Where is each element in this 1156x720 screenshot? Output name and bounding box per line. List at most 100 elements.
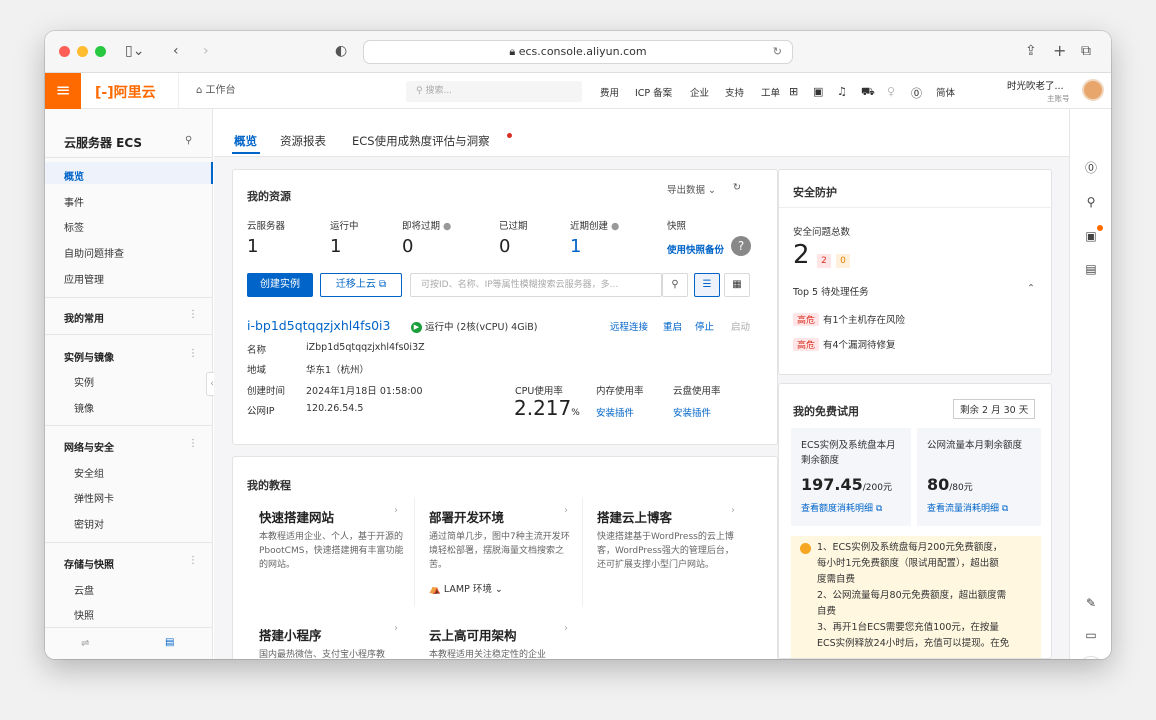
lamp-env-dropdown[interactable]: ⛺ LAMP 环境 ⌄ [429, 581, 503, 595]
more-icon[interactable]: ⋮ [188, 348, 198, 359]
edit-icon[interactable]: ✎ [1081, 596, 1101, 610]
nav-icp[interactable]: ICP 备案 [635, 85, 672, 99]
restart-button[interactable]: 重启 [663, 319, 682, 333]
sidebar-item-images[interactable]: 镜像 [74, 400, 94, 415]
sidebar-group-instances-images[interactable]: 实例与镜像 [64, 349, 114, 364]
global-search-input[interactable]: ⚲ 搜索... [406, 81, 582, 102]
instance-search-input[interactable]: 可按ID、名称、IP等属性模糊搜索云服务器，多... [410, 273, 662, 297]
sidebar-item-app-management[interactable]: 应用管理 [64, 271, 104, 286]
tutorial-title[interactable]: 部署开发环境 [429, 507, 504, 526]
info-icon[interactable]: ● [443, 221, 451, 232]
snapshot-backup-link[interactable]: 使用快照备份 [667, 242, 724, 256]
security-total[interactable]: 2 [793, 240, 810, 270]
remote-connect-button[interactable]: 远程连接 [610, 319, 648, 333]
sidebar-item-snapshots[interactable]: 快照 [74, 607, 94, 622]
tutorial-title[interactable]: 搭建小程序 [259, 625, 322, 644]
close-window-button[interactable] [59, 46, 70, 57]
sidebar-group-storage-snapshots[interactable]: 存储与快照 [64, 556, 114, 571]
security-badge-medium[interactable]: 0 [836, 254, 850, 268]
sidebar-item-events[interactable]: 事件 [64, 194, 84, 209]
stat-value-servers[interactable]: 1 [247, 236, 258, 257]
aliyun-logo[interactable]: [-]阿里云 [95, 82, 156, 102]
chevron-right-icon[interactable]: › [564, 623, 568, 634]
stat-value-expiring[interactable]: 0 [402, 236, 413, 257]
document-icon[interactable]: ▤ [1081, 262, 1101, 276]
sidebar-item-overview[interactable]: 概览 [64, 168, 84, 183]
tab-resource-report[interactable]: 资源报表 [280, 133, 326, 149]
chevron-right-icon[interactable]: › [564, 505, 568, 516]
instance-id-link[interactable]: i-bp1d5qtqqzjxhl4fs0i3 [247, 318, 390, 333]
sidebar-item-eni[interactable]: 弹性网卡 [74, 490, 114, 505]
install-plugin-mem-link[interactable]: 安装插件 [596, 405, 634, 419]
sidebar-search-icon[interactable]: ⚲ [185, 135, 192, 146]
install-plugin-disk-link[interactable]: 安装插件 [673, 405, 711, 419]
nav-billing[interactable]: 费用 [600, 85, 619, 99]
tabs-overview-icon[interactable]: ⧉ [1081, 42, 1091, 60]
info-icon[interactable]: ● [611, 221, 619, 232]
minimize-window-button[interactable] [77, 46, 88, 57]
more-icon[interactable]: ⋮ [188, 438, 198, 449]
net-usage-detail-link[interactable]: 查看流量消耗明细 ⧉ [927, 501, 1008, 514]
nav-enterprise[interactable]: 企业 [690, 85, 709, 99]
feedback-icon[interactable]: ▤ [165, 637, 174, 648]
reload-icon[interactable]: ↻ [773, 41, 782, 63]
expand-panel-icon[interactable]: › [1079, 656, 1103, 659]
stop-button[interactable]: 停止 [695, 319, 714, 333]
chevron-right-icon[interactable]: › [394, 623, 398, 634]
privacy-shield-icon[interactable]: ◐ [335, 42, 347, 60]
stat-value-expired[interactable]: 0 [499, 236, 510, 257]
chevron-right-icon[interactable]: › [394, 505, 398, 516]
help-icon[interactable]: ⓪ [1081, 159, 1101, 176]
new-tab-icon[interactable]: + [1053, 42, 1066, 60]
security-task[interactable]: 高危 有4个漏洞待修复 [793, 337, 896, 351]
back-icon[interactable]: ‹ [173, 42, 179, 60]
export-data-dropdown[interactable]: 导出数据 ⌄ [667, 182, 716, 196]
user-name[interactable]: 时光吹老了... [1007, 78, 1064, 92]
avatar[interactable] [1082, 79, 1104, 101]
nav-ticket[interactable]: 工单 [761, 85, 780, 99]
cart-icon[interactable]: ⛟ [861, 85, 875, 100]
migrate-button[interactable]: 迁移上云 ⧉ [320, 273, 402, 297]
tips-icon[interactable]: ♀ [887, 85, 895, 98]
address-bar[interactable]: 🔒︎ ecs.console.aliyun.com ↻ [363, 40, 793, 64]
sidebar-item-keypairs[interactable]: 密钥对 [74, 516, 104, 531]
sidebar-item-disks[interactable]: 云盘 [74, 582, 94, 597]
refresh-icon[interactable]: ↻ [733, 182, 741, 193]
security-task[interactable]: 高危 有1个主机存在风险 [793, 312, 905, 326]
tutorial-title[interactable]: 云上高可用架构 [429, 625, 517, 644]
zoom-window-button[interactable] [95, 46, 106, 57]
security-badge-high[interactable]: 2 [817, 254, 831, 268]
terminal-icon[interactable]: ▣ [813, 85, 823, 98]
collapse-icon[interactable]: ⌃ [1027, 283, 1035, 294]
list-view-icon[interactable]: ☰ [694, 273, 720, 297]
more-icon[interactable]: ⋮ [188, 555, 198, 566]
sidebar-group-favorites[interactable]: 我的常用 [64, 310, 104, 325]
help-icon[interactable]: ? [731, 236, 751, 256]
org-icon[interactable]: ⊞ [789, 85, 798, 98]
bell-icon[interactable]: ♫ [837, 85, 847, 98]
search-icon[interactable]: ⚲ [1081, 195, 1101, 209]
sidebar-item-security-groups[interactable]: 安全组 [74, 465, 104, 480]
sidebar-item-tags[interactable]: 标签 [64, 219, 84, 234]
ecs-usage-detail-link[interactable]: 查看额度消耗明细 ⧉ [801, 501, 882, 514]
language-switch[interactable]: 简体 [936, 85, 955, 99]
workspace-link[interactable]: ⌂ 工作台 [178, 73, 236, 109]
more-icon[interactable]: ⋮ [188, 309, 198, 320]
sidebar-group-network-security[interactable]: 网络与安全 [64, 439, 114, 454]
grid-view-icon[interactable]: ▦ [724, 273, 750, 297]
stat-value-recent[interactable]: 1 [570, 236, 581, 257]
stat-value-running[interactable]: 1 [330, 236, 341, 257]
share-icon[interactable]: ⇪ [1025, 42, 1037, 60]
help-icon[interactable]: ⓪ [911, 85, 922, 101]
chevron-right-icon[interactable]: › [731, 505, 735, 516]
create-instance-button[interactable]: 创建实例 [247, 273, 313, 297]
search-icon[interactable]: ⚲ [662, 273, 688, 297]
sidebar-toggle-icon[interactable]: ▯⌄ [125, 42, 144, 60]
menu-icon[interactable]: ≡ [45, 73, 81, 109]
feedback-icon[interactable]: ▭ [1081, 628, 1101, 642]
tutorial-title[interactable]: 快速搭建网站 [259, 507, 334, 526]
sidebar-item-instances[interactable]: 实例 [74, 374, 94, 389]
tab-maturity-assessment[interactable]: ECS使用成熟度评估与洞察 [352, 133, 490, 149]
sidebar-item-troubleshoot[interactable]: 自助问题排查 [64, 245, 124, 260]
robot-assistant-icon[interactable]: ▣ [1081, 229, 1101, 243]
